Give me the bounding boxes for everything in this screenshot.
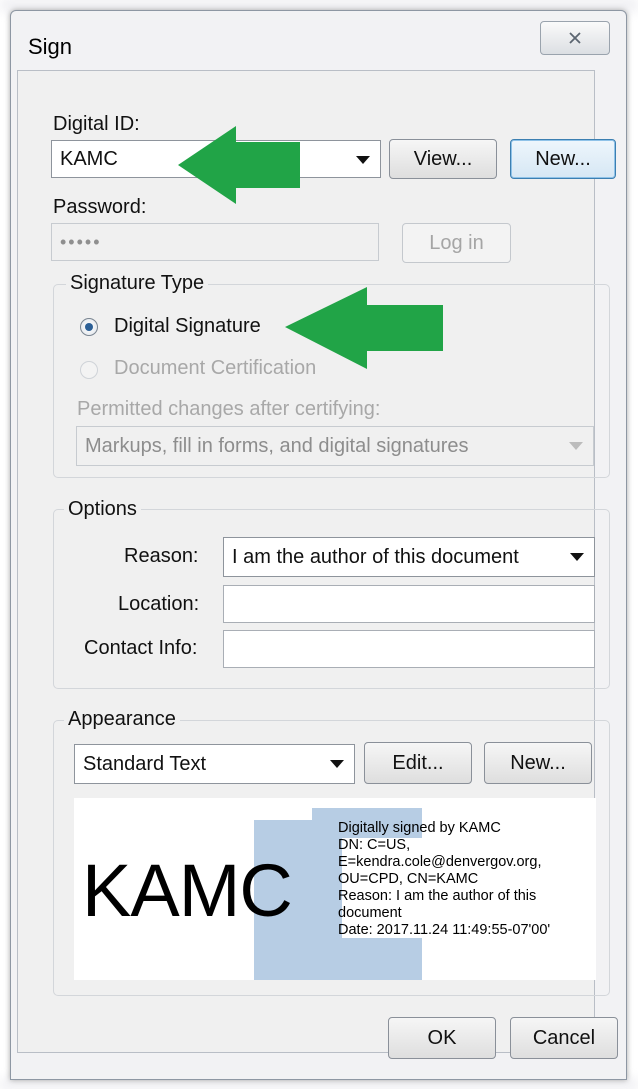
signature-detail-line: Digitally signed by KAMC: [338, 820, 501, 836]
signature-detail-line: DN: C=US,: [338, 837, 411, 853]
document-certification-radio[interactable]: [80, 361, 98, 379]
new-digital-id-button[interactable]: New...: [510, 139, 616, 179]
new-appearance-button[interactable]: New...: [484, 742, 592, 784]
permitted-changes-value: Markups, fill in forms, and digital sign…: [85, 435, 469, 457]
appearance-title: Appearance: [64, 708, 180, 731]
reason-value: I am the author of this document: [232, 546, 519, 568]
signature-preview: KAMC Digitally signed by KAMC DN: C=US, …: [74, 798, 596, 980]
signature-detail-line: E=kendra.cole@denvergov.org,: [338, 854, 542, 870]
digital-id-label: Digital ID:: [53, 113, 140, 135]
reason-select[interactable]: I am the author of this document: [223, 537, 595, 577]
location-input[interactable]: [223, 585, 595, 623]
chevron-down-icon: [570, 553, 584, 561]
ok-button[interactable]: OK: [388, 1017, 496, 1059]
signature-detail-line: OU=CPD, CN=KAMC: [338, 871, 479, 887]
options-title: Options: [64, 498, 141, 521]
password-label: Password:: [53, 196, 147, 218]
view-digital-id-button[interactable]: View...: [389, 139, 497, 179]
reason-label: Reason:: [124, 545, 199, 567]
signature-detail-line: Date: 2017.11.24 11:49:55-07'00': [338, 922, 551, 938]
appearance-value: Standard Text: [83, 753, 207, 775]
login-button[interactable]: Log in: [402, 223, 511, 263]
digital-signature-label[interactable]: Digital Signature: [114, 315, 261, 338]
signature-name: KAMC: [82, 849, 293, 932]
window-title: Sign: [28, 34, 73, 59]
permitted-changes-select[interactable]: Markups, fill in forms, and digital sign…: [76, 426, 594, 466]
password-input[interactable]: •••••: [51, 223, 379, 261]
background-blur: [0, 0, 638, 10]
edit-appearance-button[interactable]: Edit...: [364, 742, 472, 784]
cancel-button[interactable]: Cancel: [510, 1017, 618, 1059]
contact-info-input[interactable]: [223, 630, 595, 668]
digital-id-value: KAMC: [60, 148, 118, 170]
signature-type-title: Signature Type: [66, 272, 209, 295]
contact-info-label: Contact Info:: [84, 637, 198, 659]
background-blur: [0, 1080, 638, 1089]
chevron-down-icon: [569, 442, 583, 450]
close-icon: [569, 32, 581, 44]
left-arrow-icon: [178, 126, 300, 204]
appearance-select[interactable]: Standard Text: [74, 744, 355, 784]
digital-signature-radio[interactable]: [80, 318, 98, 336]
signature-detail-line: Reason: I am the author of this: [338, 888, 537, 904]
signature-details: Digitally signed by KAMC DN: C=US, E=ken…: [338, 820, 596, 939]
chevron-down-icon: [356, 156, 370, 164]
signature-detail-line: document: [338, 905, 402, 921]
chevron-down-icon: [330, 760, 344, 768]
permitted-changes-label: Permitted changes after certifying:: [77, 398, 381, 420]
left-arrow-icon: [285, 287, 443, 369]
location-label: Location:: [118, 593, 200, 615]
close-button[interactable]: [540, 21, 610, 55]
